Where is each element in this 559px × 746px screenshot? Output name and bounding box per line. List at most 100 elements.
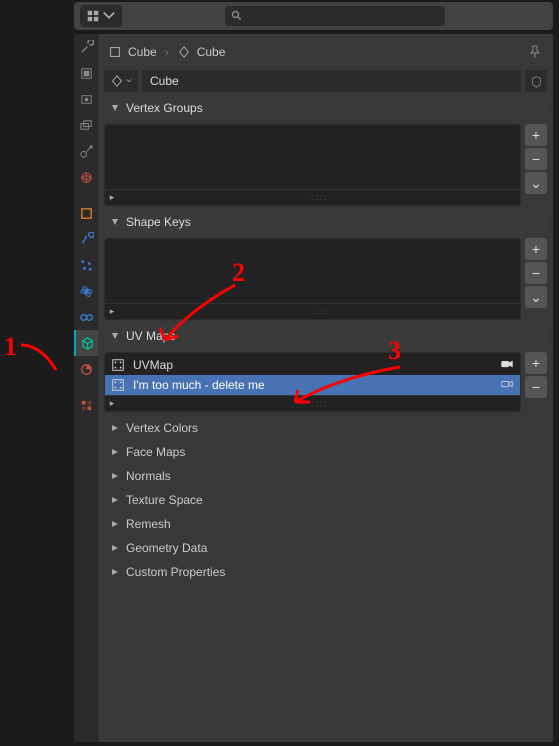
tab-material[interactable] xyxy=(74,356,98,382)
datablock-name-row: Cube xyxy=(104,70,547,92)
mesh-icon xyxy=(108,45,122,59)
breadcrumb-label: Cube xyxy=(197,45,226,59)
uv-icon xyxy=(111,358,125,372)
vertex-groups-list-wrap: ▸ :::: + − ⌄ xyxy=(104,124,547,206)
tab-physics[interactable] xyxy=(74,278,98,304)
section-header-shape-keys[interactable]: Shape Keys xyxy=(104,210,547,234)
fake-user-button[interactable] xyxy=(525,70,547,92)
uv-map-name[interactable]: I'm too much - delete me xyxy=(133,378,265,392)
expand-icon[interactable]: ▸ xyxy=(105,192,119,203)
editor-type-selector[interactable] xyxy=(80,5,122,27)
section-title: Vertex Colors xyxy=(126,421,198,435)
add-uv-map-button[interactable]: + xyxy=(525,352,547,374)
disclosure-triangle-icon xyxy=(110,103,120,113)
remove-shape-key-button[interactable]: − xyxy=(525,262,547,284)
tab-render[interactable] xyxy=(74,60,98,86)
active-render-toggle[interactable] xyxy=(500,377,514,394)
shape-key-menu-button[interactable]: ⌄ xyxy=(525,286,547,308)
chevron-down-icon xyxy=(102,9,116,23)
tab-texture[interactable] xyxy=(74,392,98,418)
section-title: Normals xyxy=(126,469,171,483)
tab-particles[interactable] xyxy=(74,252,98,278)
properties-tab-strip xyxy=(74,34,98,742)
disclosure-triangle-icon xyxy=(110,519,120,529)
section-title: Texture Space xyxy=(126,493,203,507)
uv-map-item[interactable]: I'm too much - delete me xyxy=(105,375,520,395)
remove-uv-map-button[interactable]: − xyxy=(525,376,547,398)
disclosure-triangle-icon xyxy=(110,331,120,341)
section-title: Shape Keys xyxy=(126,215,191,229)
tab-tool[interactable] xyxy=(74,34,98,60)
shape-keys-list-wrap: ▸ :::: + − ⌄ xyxy=(104,238,547,320)
section-title: Remesh xyxy=(126,517,171,531)
section-title: Vertex Groups xyxy=(126,101,203,115)
uv-maps-list[interactable]: UVMapI'm too much - delete me ▸ :::: xyxy=(104,352,521,412)
breadcrumb-label: Cube xyxy=(128,45,157,59)
name-value: Cube xyxy=(150,74,179,88)
vertex-groups-side-buttons: + − ⌄ xyxy=(525,124,547,206)
section-title: Face Maps xyxy=(126,445,185,459)
section-header-remesh[interactable]: Remesh xyxy=(104,512,547,536)
section-header-vertex-groups[interactable]: Vertex Groups xyxy=(104,96,547,120)
add-shape-key-button[interactable]: + xyxy=(525,238,547,260)
uv-maps-list-wrap: UVMapI'm too much - delete me ▸ :::: + − xyxy=(104,352,547,412)
vertex-groups-list[interactable]: ▸ :::: xyxy=(104,124,521,206)
tab-constraint[interactable] xyxy=(74,304,98,330)
uv-map-name[interactable]: UVMap xyxy=(133,358,173,372)
grip-icon[interactable]: :::: xyxy=(119,307,520,316)
annotation-1-arrow xyxy=(16,340,66,380)
section-header-texture-space[interactable]: Texture Space xyxy=(104,488,547,512)
vertex-group-menu-button[interactable]: ⌄ xyxy=(525,172,547,194)
chevron-down-icon xyxy=(126,78,132,84)
section-title: Geometry Data xyxy=(126,541,207,555)
properties-icon xyxy=(86,9,100,23)
section-header-face-maps[interactable]: Face Maps xyxy=(104,440,547,464)
grip-icon[interactable]: :::: xyxy=(119,193,520,202)
list-footer: ▸ :::: xyxy=(105,189,520,205)
tab-mesh-data[interactable] xyxy=(74,330,98,356)
section-header-uv-maps[interactable]: UV Maps xyxy=(104,324,547,348)
remove-vertex-group-button[interactable]: − xyxy=(525,148,547,170)
disclosure-triangle-icon xyxy=(110,471,120,481)
tab-object[interactable] xyxy=(74,200,98,226)
annotation-1: 1 xyxy=(4,332,17,362)
list-footer: ▸ :::: xyxy=(105,303,520,319)
tab-output[interactable] xyxy=(74,86,98,112)
disclosure-triangle-icon xyxy=(110,217,120,227)
tab-scene[interactable] xyxy=(74,138,98,164)
tab-world[interactable] xyxy=(74,164,98,190)
shape-keys-side-buttons: + − ⌄ xyxy=(525,238,547,320)
expand-icon[interactable]: ▸ xyxy=(105,398,119,409)
datablock-name-input[interactable]: Cube xyxy=(142,70,521,92)
tab-modifier[interactable] xyxy=(74,226,98,252)
properties-header xyxy=(74,2,553,30)
properties-panel: Cube › Cube Cube Vertex Gro xyxy=(98,34,553,742)
breadcrumb-item-data[interactable]: Cube xyxy=(177,45,226,59)
datablock-type-button[interactable] xyxy=(104,70,138,92)
disclosure-triangle-icon xyxy=(110,423,120,433)
disclosure-triangle-icon xyxy=(110,495,120,505)
breadcrumb-separator: › xyxy=(165,45,169,59)
search-input[interactable] xyxy=(225,6,445,26)
section-header-geometry-data[interactable]: Geometry Data xyxy=(104,536,547,560)
disclosure-triangle-icon xyxy=(110,543,120,553)
tab-view-layer[interactable] xyxy=(74,112,98,138)
section-title: Custom Properties xyxy=(126,565,225,579)
section-header-custom-properties[interactable]: Custom Properties xyxy=(104,560,547,584)
active-render-toggle[interactable] xyxy=(500,357,514,374)
object-data-icon xyxy=(110,74,124,88)
uv-icon xyxy=(111,378,125,392)
section-title: UV Maps xyxy=(126,329,175,343)
uv-map-item[interactable]: UVMap xyxy=(105,355,520,375)
add-vertex-group-button[interactable]: + xyxy=(525,124,547,146)
object-data-icon xyxy=(177,45,191,59)
breadcrumb-item-object[interactable]: Cube xyxy=(108,45,157,59)
pin-icon[interactable] xyxy=(527,44,543,60)
list-footer: ▸ :::: xyxy=(105,395,520,411)
breadcrumb: Cube › Cube xyxy=(104,38,547,66)
expand-icon[interactable]: ▸ xyxy=(105,306,119,317)
grip-icon[interactable]: :::: xyxy=(119,399,520,408)
shape-keys-list[interactable]: ▸ :::: xyxy=(104,238,521,320)
section-header-normals[interactable]: Normals xyxy=(104,464,547,488)
section-header-vertex-colors[interactable]: Vertex Colors xyxy=(104,416,547,440)
